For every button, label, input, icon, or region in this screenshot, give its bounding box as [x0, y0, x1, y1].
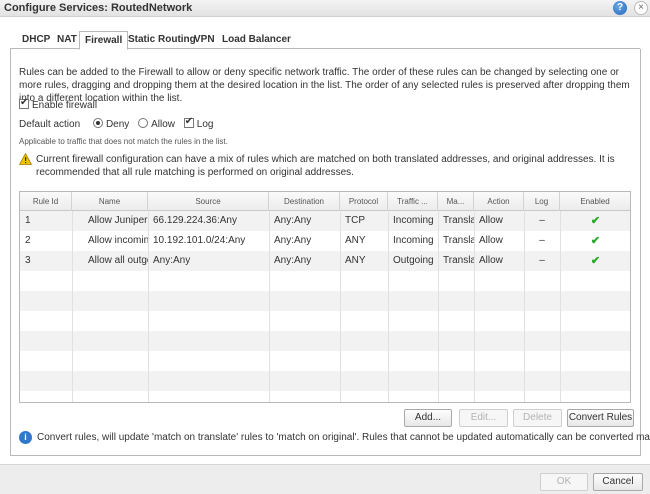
cell-source: 66.129.224.36:Any — [153, 215, 237, 226]
table-row[interactable]: 1 Allow Juniper Ir 66.129.224.36:Any Any… — [20, 211, 630, 231]
column-divider — [148, 211, 149, 402]
column-divider — [72, 211, 73, 402]
col-action[interactable]: Action — [474, 192, 524, 211]
col-log[interactable]: Log — [524, 192, 560, 211]
cell-protocol: ANY — [345, 255, 366, 266]
cell-name: Allow Juniper Ir — [88, 215, 148, 226]
col-match[interactable]: Ma... — [438, 192, 474, 211]
tab-static-routing[interactable]: Static Routing — [127, 33, 197, 49]
cell-match: Transla — [443, 235, 474, 246]
window-title: Configure Services: RoutedNetwork — [4, 2, 193, 14]
dialog-content: DHCP NAT Firewall Static Routing VPN Loa… — [0, 17, 650, 464]
tab-dhcp[interactable]: DHCP — [21, 33, 51, 49]
dialog-footer: OK Cancel — [0, 464, 650, 494]
close-icon[interactable]: × — [634, 1, 648, 15]
table-row[interactable]: 2 Allow incoming 10.192.101.0/24:Any Any… — [20, 231, 630, 251]
empty-row — [20, 371, 630, 391]
cell-protocol: TCP — [345, 215, 365, 226]
cell-action: Allow — [479, 255, 503, 266]
log-label: Log — [196, 119, 214, 130]
info-icon: i — [19, 431, 32, 444]
cell-action: Allow — [479, 215, 503, 226]
cell-match: Transla — [443, 215, 474, 226]
cell-protocol: ANY — [345, 235, 366, 246]
firewall-panel: Rules can be added to the Firewall to al… — [10, 49, 650, 456]
column-divider — [560, 211, 561, 402]
tab-vpn[interactable]: VPN — [193, 33, 216, 49]
empty-row — [20, 331, 630, 351]
empty-row — [20, 311, 630, 331]
enable-firewall-label: Enable firewall — [32, 100, 98, 111]
edit-rule-button[interactable]: Edit... — [459, 409, 508, 427]
cell-name: Allow incoming — [88, 235, 148, 246]
col-rule-id[interactable]: Rule Id — [20, 192, 72, 211]
deny-label: Deny — [105, 119, 130, 130]
log-checkbox[interactable] — [183, 116, 194, 128]
empty-row — [20, 351, 630, 371]
convert-info-text: Convert rules, will update 'match on tra… — [37, 432, 650, 443]
warning-text: Current firewall configuration can have … — [36, 154, 615, 178]
empty-row — [20, 391, 630, 402]
table-row[interactable]: 3 Allow all outgoi Any:Any Any:Any ANY O… — [20, 251, 630, 271]
col-enabled[interactable]: Enabled — [560, 192, 630, 211]
allow-radio[interactable] — [138, 118, 149, 128]
delete-rule-button[interactable]: Delete — [513, 409, 562, 427]
default-action-label: Default action — [19, 119, 81, 130]
column-divider — [474, 211, 475, 402]
cell-rule-id: 1 — [25, 215, 31, 226]
convert-rules-button[interactable]: Convert Rules — [567, 409, 634, 427]
firewall-description: Rules can be added to the Firewall to al… — [19, 67, 630, 104]
col-name[interactable]: Name — [72, 192, 148, 211]
col-destination[interactable]: Destination — [269, 192, 340, 211]
enabled-check-icon[interactable]: ✔ — [560, 231, 630, 251]
cell-name: Allow all outgoi — [88, 255, 148, 266]
cancel-button[interactable]: Cancel — [593, 473, 643, 491]
empty-row — [20, 291, 630, 311]
allow-label: Allow — [151, 119, 175, 130]
enable-firewall-row: Enable firewall — [19, 97, 98, 111]
empty-row — [20, 271, 630, 291]
cell-log: – — [539, 255, 545, 266]
deny-radio[interactable] — [92, 118, 103, 128]
column-divider — [269, 211, 270, 402]
default-action-row: Default action Deny Allow Log — [19, 116, 214, 130]
cell-log: – — [539, 235, 545, 246]
cell-rule-id: 3 — [25, 255, 31, 266]
tab-load-balancer[interactable]: Load Balancer — [221, 33, 292, 49]
enabled-check-icon[interactable]: ✔ — [560, 251, 630, 271]
help-icon[interactable]: ? — [613, 1, 627, 15]
column-divider — [388, 211, 389, 402]
cell-match: Transla — [443, 255, 474, 266]
window-titlebar: Configure Services: RoutedNetwork ? × — [0, 0, 650, 17]
warning-icon — [19, 153, 32, 165]
cell-destination: Any:Any — [274, 235, 312, 246]
cell-log: – — [539, 215, 545, 226]
cell-traffic: Incoming — [393, 215, 434, 226]
cell-traffic: Outgoing — [393, 255, 434, 266]
tab-firewall[interactable]: Firewall — [79, 31, 129, 50]
cell-destination: Any:Any — [274, 255, 312, 266]
cell-action: Allow — [479, 235, 503, 246]
column-divider — [438, 211, 439, 402]
cell-source: Any:Any — [153, 255, 191, 266]
cell-destination: Any:Any — [274, 215, 312, 226]
add-rule-button[interactable]: Add... — [404, 409, 452, 427]
ok-button[interactable]: OK — [540, 473, 588, 491]
enabled-check-icon[interactable]: ✔ — [560, 211, 630, 231]
column-divider — [340, 211, 341, 402]
tab-bar: DHCP NAT Firewall Static Routing VPN Loa… — [10, 31, 640, 50]
col-protocol[interactable]: Protocol — [340, 192, 388, 211]
cell-source: 10.192.101.0/24:Any — [153, 235, 246, 246]
tab-nat[interactable]: NAT — [56, 33, 78, 49]
col-source[interactable]: Source — [148, 192, 269, 211]
cell-rule-id: 2 — [25, 235, 31, 246]
col-traffic[interactable]: Traffic ... — [388, 192, 438, 211]
firewall-rules-table[interactable]: Rule Id Name Source Destination Protocol… — [19, 191, 631, 403]
cell-traffic: Incoming — [393, 235, 434, 246]
default-action-note: Applicable to traffic that does not matc… — [19, 137, 228, 146]
column-divider — [524, 211, 525, 402]
enable-firewall-checkbox[interactable] — [19, 97, 29, 109]
table-header: Rule Id Name Source Destination Protocol… — [20, 192, 630, 211]
